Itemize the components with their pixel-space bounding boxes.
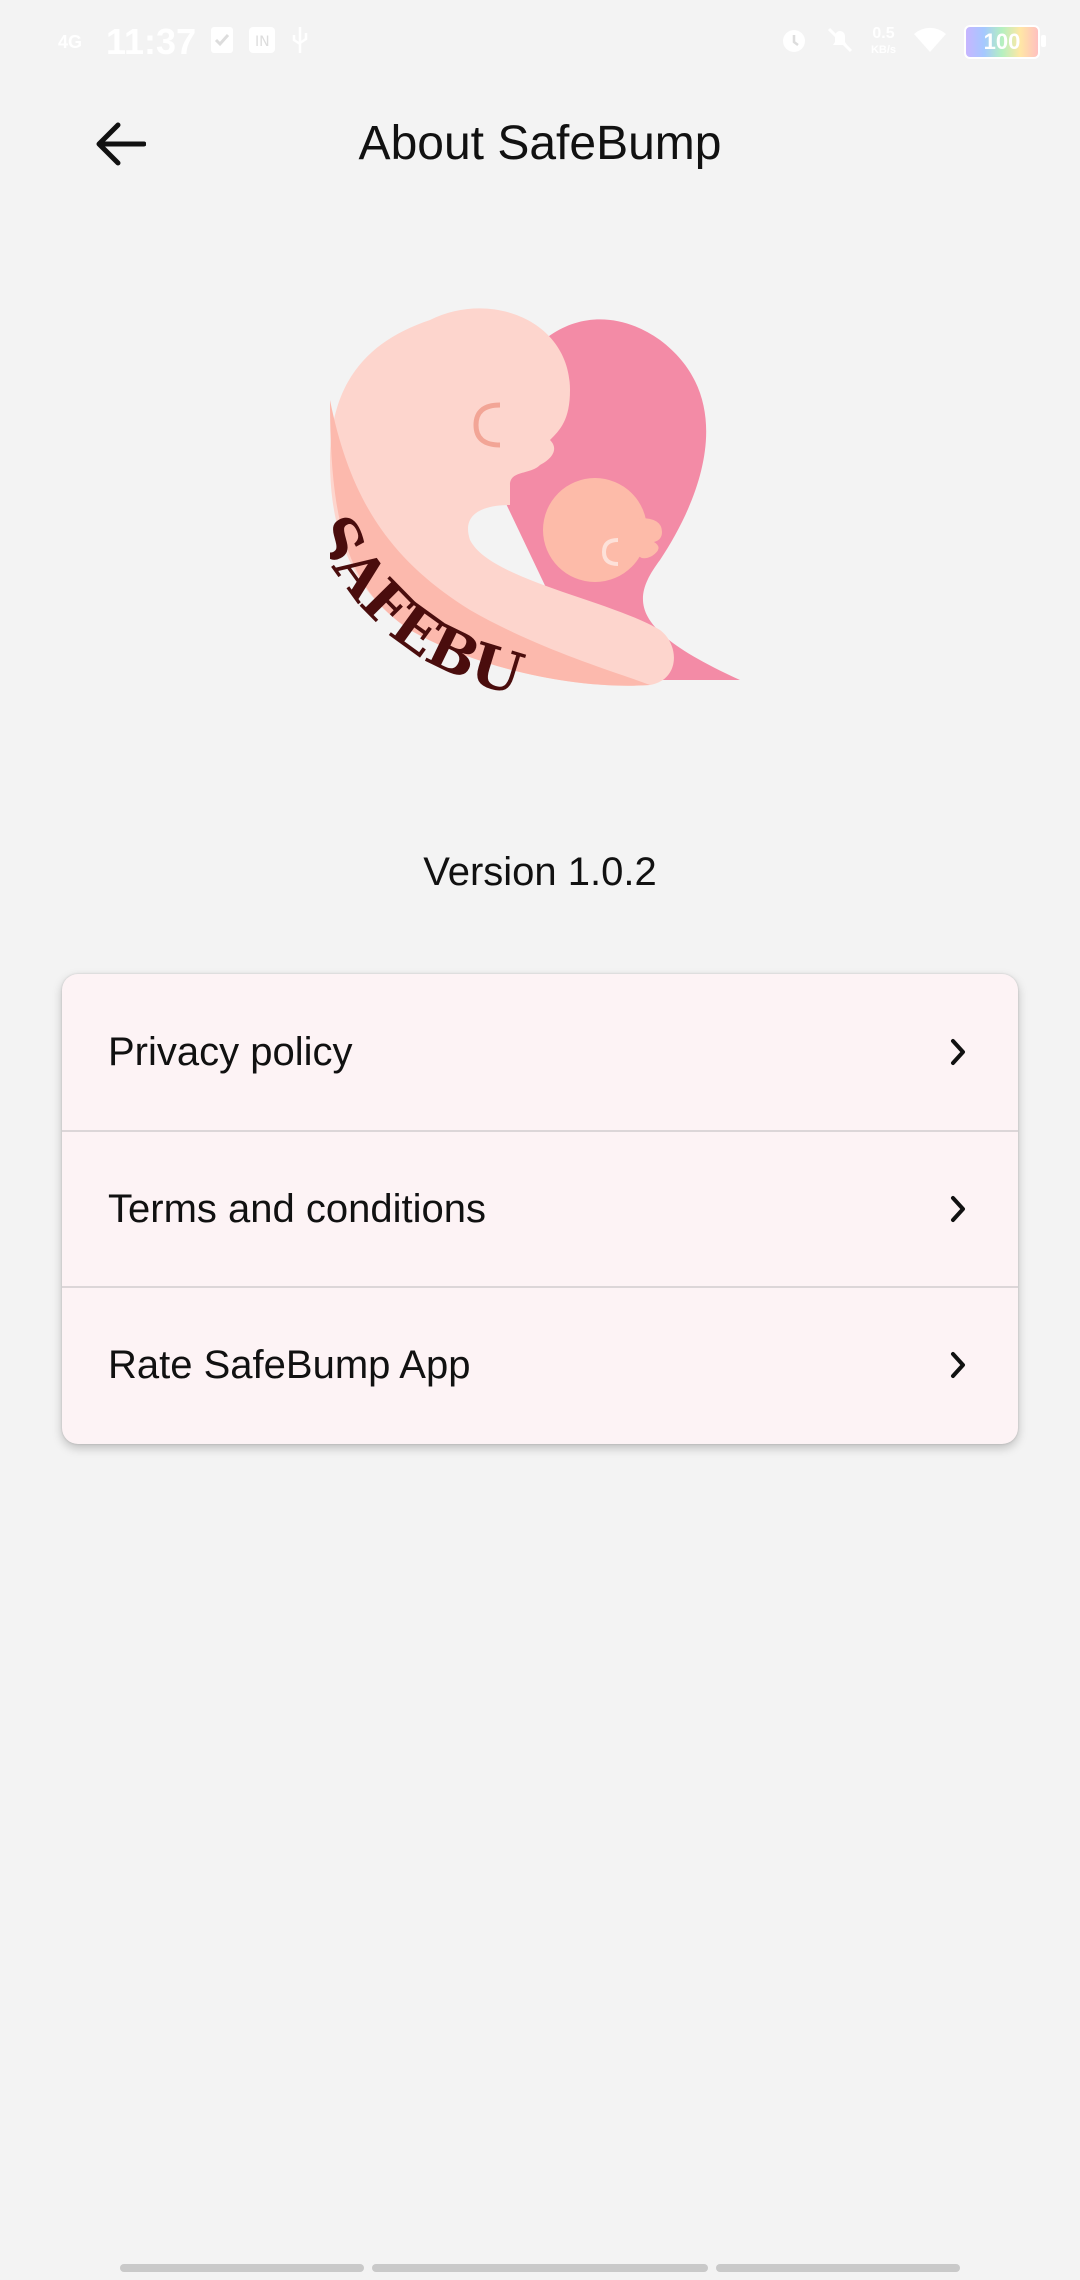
- battery-indicator: 100: [964, 25, 1046, 59]
- status-bar: 4G 11:37 IN 0.5 KB/s 100: [0, 0, 1080, 84]
- gesture-bar: [120, 2264, 960, 2272]
- network-speed: 0.5 KB/s: [871, 26, 896, 58]
- network-indicator: 4G: [58, 32, 83, 52]
- about-menu-card: Privacy policy Terms and conditions Rate…: [62, 974, 1018, 1444]
- status-time: 11:37: [106, 21, 197, 62]
- menu-item-label: Privacy policy: [108, 1029, 353, 1074]
- gesture-segment: [716, 2264, 960, 2272]
- privacy-policy-item[interactable]: Privacy policy: [62, 974, 1018, 1130]
- notification-app-icon: IN: [248, 26, 276, 59]
- svg-text:IN: IN: [255, 34, 270, 50]
- mute-icon: [825, 25, 855, 60]
- page-title: About SafeBump: [358, 117, 722, 170]
- battery-level: 100: [983, 29, 1021, 54]
- chevron-right-icon: [944, 1032, 972, 1072]
- menu-item-label: Rate SafeBump App: [108, 1342, 471, 1387]
- status-right: 0.5 KB/s 100: [779, 18, 1046, 66]
- usb-icon: [290, 25, 310, 60]
- speed-unit: KB/s: [870, 44, 896, 56]
- speed-value: 0.5: [872, 25, 895, 42]
- notification-check-icon: [210, 26, 234, 59]
- chevron-right-icon: [944, 1189, 972, 1229]
- status-left: 4G 11:37 IN: [58, 18, 310, 66]
- wifi-icon: [912, 26, 948, 59]
- app-bar: About SafeBump: [0, 84, 1080, 204]
- version-label: Version 1.0.2: [423, 850, 657, 894]
- terms-and-conditions-item[interactable]: Terms and conditions: [62, 1130, 1018, 1286]
- alarm-icon: [779, 25, 809, 60]
- chevron-right-icon: [944, 1345, 972, 1385]
- safebump-logo: SAFEBUMP: [298, 246, 760, 730]
- rate-app-item[interactable]: Rate SafeBump App: [62, 1286, 1018, 1442]
- menu-item-label: Terms and conditions: [108, 1186, 486, 1231]
- gesture-segment: [372, 2264, 708, 2272]
- gesture-segment: [120, 2264, 364, 2272]
